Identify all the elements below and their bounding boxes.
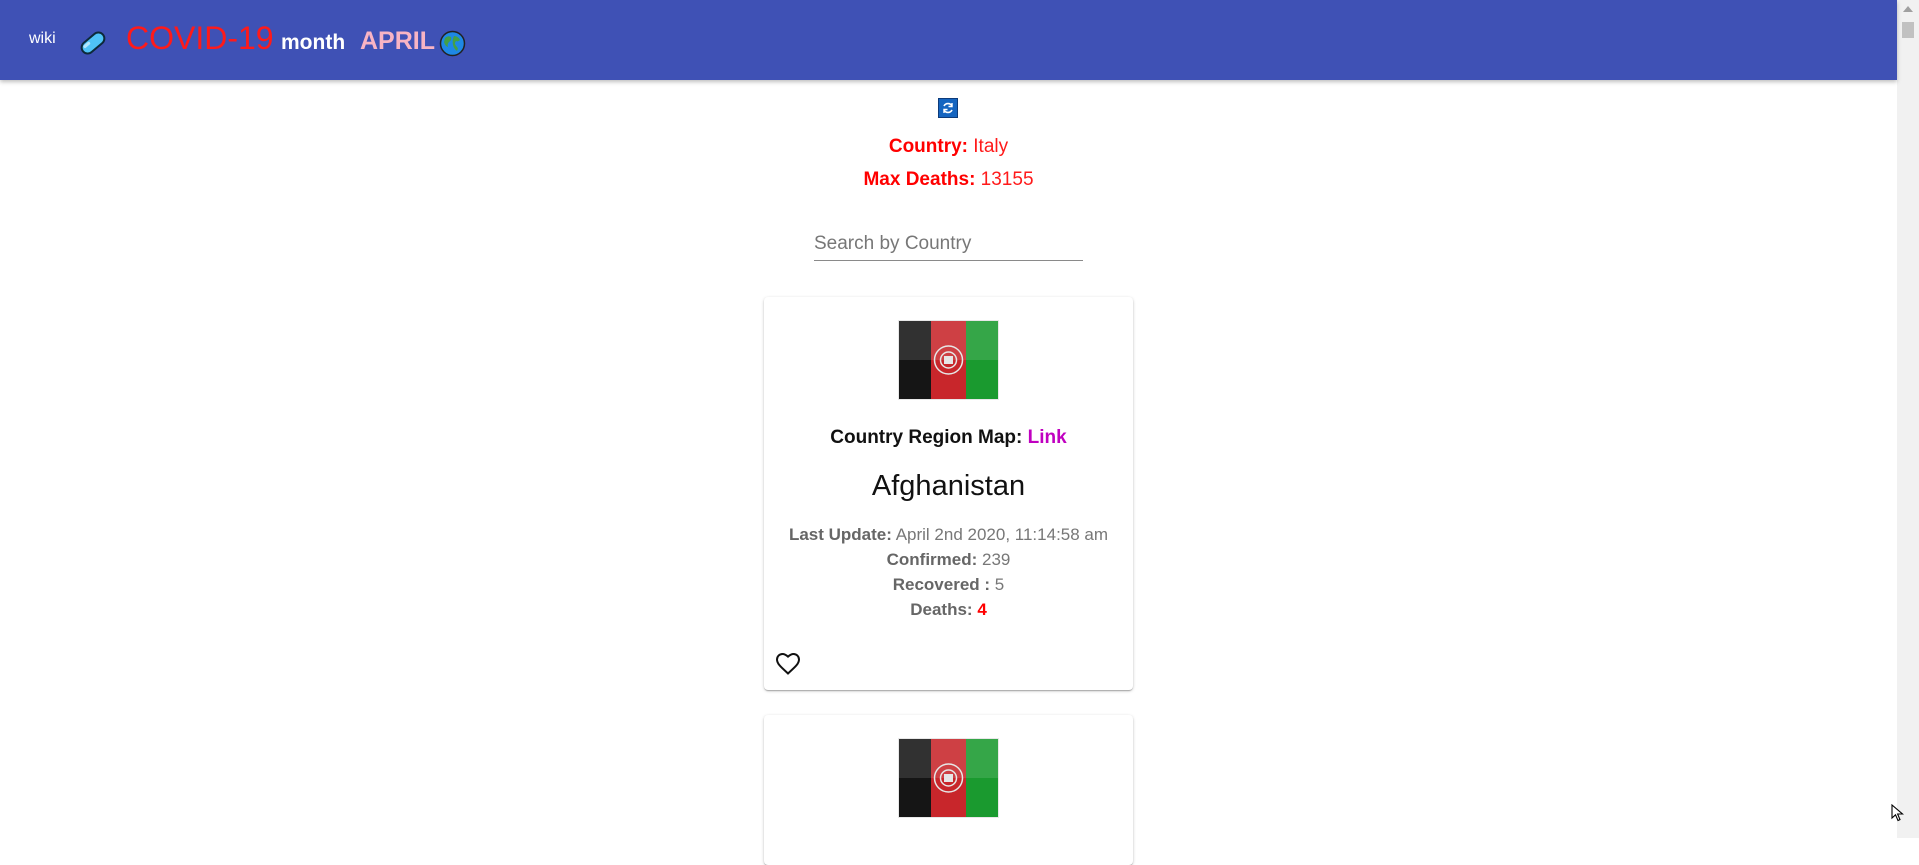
max-deaths-value: 13155	[980, 169, 1034, 190]
deaths-row: Deaths: 4	[764, 600, 1133, 620]
scroll-up-arrow-icon[interactable]	[1903, 6, 1913, 12]
confirmed-row: Confirmed: 239	[764, 550, 1133, 570]
confirmed-label: Confirmed:	[886, 550, 978, 569]
region-map-label: Country Region Map:	[830, 427, 1023, 448]
refresh-button[interactable]	[938, 98, 958, 118]
last-update-value: April 2nd 2020, 11:14:58 am	[895, 525, 1109, 544]
deaths-value: 4	[977, 600, 987, 619]
recovered-label: Recovered :	[892, 575, 991, 594]
afghanistan-flag-icon	[898, 738, 999, 818]
refresh-icon	[943, 102, 953, 114]
deaths-label: Deaths:	[910, 600, 973, 619]
region-map-link[interactable]: Link	[1028, 427, 1067, 448]
country-card: Country Region Map: Link Afghanistan Las…	[764, 297, 1133, 690]
search-input[interactable]	[814, 228, 1083, 261]
app-title: COVID-19	[126, 20, 274, 56]
max-deaths-label: Max Deaths:	[863, 169, 976, 190]
country-card	[764, 715, 1133, 865]
wiki-link[interactable]: wiki	[29, 30, 56, 48]
region-map-row: Country Region Map: Link	[764, 427, 1133, 449]
country-label: Country:	[888, 136, 968, 157]
month-label: month	[281, 31, 346, 54]
confirmed-value: 239	[982, 550, 1011, 569]
globe-icon[interactable]	[439, 30, 466, 57]
recovered-value: 5	[994, 575, 1005, 594]
scrollbar-thumb[interactable]	[1902, 22, 1914, 38]
mouse-cursor-icon	[1891, 804, 1904, 822]
recovered-row: Recovered : 5	[764, 575, 1133, 595]
heart-outline-icon[interactable]	[775, 652, 801, 676]
page-scrollbar[interactable]	[1897, 0, 1919, 838]
max-deaths-stat: Max Deaths: 13155	[0, 169, 1897, 191]
country-value: Italy	[973, 136, 1009, 157]
pill-icon	[80, 31, 106, 55]
last-update-row: Last Update: April 2nd 2020, 11:14:58 am	[764, 525, 1133, 545]
country-stat: Country: Italy	[0, 136, 1897, 158]
afghanistan-flag-icon	[898, 320, 999, 400]
month-selector[interactable]: APRIL	[360, 27, 435, 56]
country-name: Afghanistan	[871, 470, 1026, 502]
app-bar: wiki COVID-19 month APRIL	[0, 0, 1897, 80]
last-update-label: Last Update:	[788, 525, 892, 544]
